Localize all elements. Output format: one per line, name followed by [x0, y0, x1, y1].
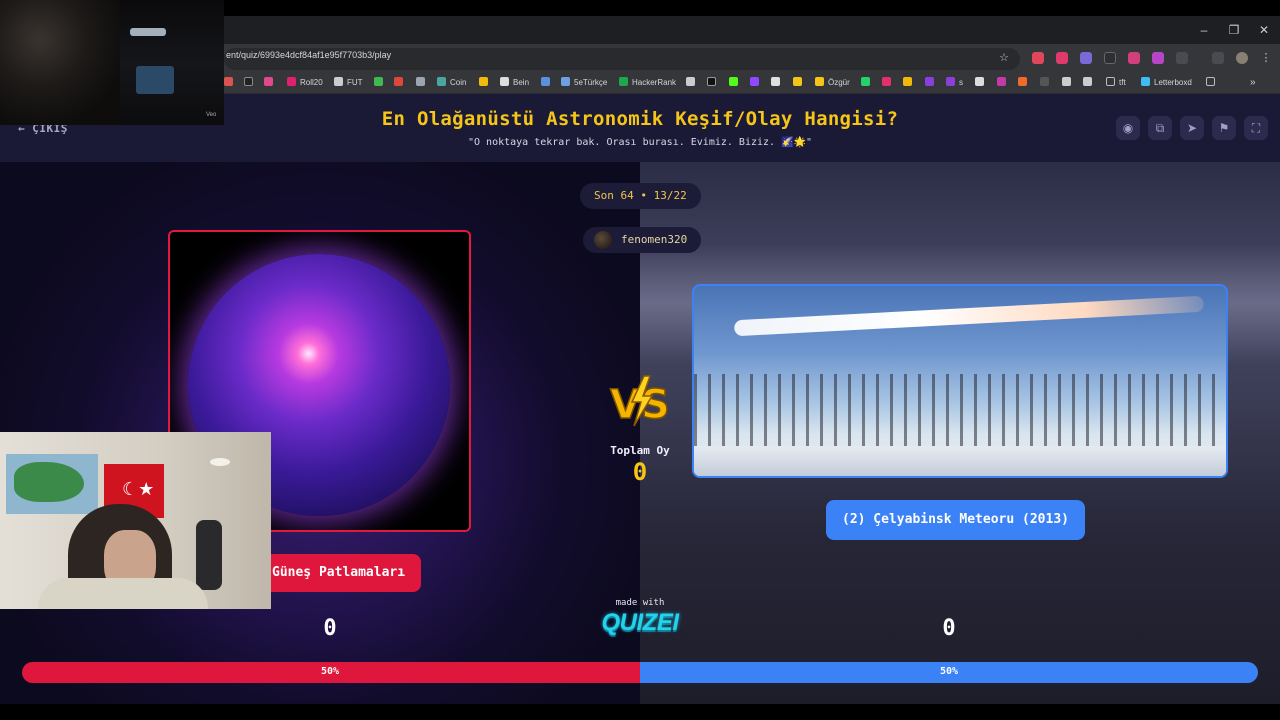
flag-icon[interactable]: ⚑ — [1212, 116, 1236, 140]
ceiling-lamp — [210, 458, 230, 466]
vs-lightning-icon: VS — [609, 375, 671, 428]
bookmark-icon[interactable] — [771, 76, 784, 90]
bookmark-icon[interactable] — [975, 76, 988, 90]
bookmark-icon[interactable] — [394, 76, 407, 90]
quiz-title: En Olağanüstü Astronomik Keşif/Olay Hang… — [381, 108, 899, 130]
bookmark-label: 5eTürkçe — [574, 78, 608, 87]
send-icon[interactable]: ➤ — [1180, 116, 1204, 140]
more-bookmarks-icon[interactable]: » — [1250, 76, 1256, 90]
bookmark-icon[interactable] — [1062, 76, 1075, 90]
round-indicator: Son 64 • 13/22 — [580, 183, 701, 209]
extension-icon[interactable] — [1152, 52, 1164, 64]
driver-silhouette — [0, 0, 120, 125]
screen-bottom-bar — [0, 704, 1280, 720]
left-vote-count: 0 — [323, 616, 337, 641]
extension-icon[interactable] — [1104, 52, 1116, 64]
quiz-subtitle: "O noktaya tekrar bak. Orası burası. Evi… — [468, 137, 812, 148]
bookmark-letterboxd[interactable]: Letterboxd — [1141, 76, 1192, 90]
fullscreen-icon[interactable]: ⛶ — [1244, 116, 1268, 140]
address-url[interactable]: ent/quiz/6993e4dcf84af1e95f7703b3/play — [226, 50, 391, 60]
bookmark-label: s — [959, 78, 963, 87]
bookmark-label: Letterboxd — [1154, 78, 1192, 87]
bookmark-label: Roll20 — [300, 78, 323, 87]
bookmark-icon[interactable] — [479, 76, 492, 90]
bookmark-icon[interactable] — [1018, 76, 1031, 90]
bookmark-label: Özgür — [828, 78, 850, 87]
bookmark-icon[interactable] — [1083, 76, 1096, 90]
webcam-tag: Veo — [206, 112, 217, 118]
extension-icon[interactable] — [1128, 52, 1140, 64]
bookmark-folder-tft[interactable]: tft — [1106, 76, 1126, 90]
total-votes-value: 0 — [632, 458, 648, 486]
bookmark-roll20[interactable]: Roll20 — [287, 76, 323, 90]
bookmark-x-icon[interactable] — [707, 76, 720, 90]
bookmark-instagram-icon[interactable] — [882, 76, 895, 90]
restore-button[interactable]: ❐ — [1224, 20, 1244, 40]
bookmark-ozgur[interactable]: Özgür — [815, 76, 850, 90]
snow-ground — [694, 446, 1226, 476]
bookmark-icon[interactable] — [374, 76, 387, 90]
bookmark-icon[interactable] — [925, 76, 938, 90]
extension-icon[interactable] — [1056, 52, 1068, 64]
winter-treeline — [694, 374, 1226, 450]
bookmark-icon[interactable] — [997, 76, 1010, 90]
bookmark-icon[interactable] — [903, 76, 916, 90]
bookmark-label: HackerRank — [632, 78, 677, 87]
close-window-button[interactable]: ✕ — [1254, 20, 1274, 40]
right-vote-count: 0 — [942, 616, 956, 641]
bookmark-icon[interactable] — [686, 76, 699, 90]
bookmark-5eturkce[interactable]: 5eTürkçe — [561, 76, 607, 90]
bookmark-label: tft — [1119, 78, 1126, 87]
crescent-star-icon: ☾★ — [122, 479, 155, 499]
bookmark-icon[interactable] — [793, 76, 806, 90]
street-lights — [130, 28, 166, 36]
green-flag-emblem — [14, 462, 84, 502]
bookmark-coin[interactable]: Coin — [437, 76, 466, 90]
right-option-card[interactable] — [692, 284, 1228, 478]
bookmark-icon[interactable] — [224, 76, 237, 90]
right-percentage-label: 50% — [939, 666, 959, 677]
bookmark-icon[interactable] — [416, 76, 429, 90]
quiz-page: ← ÇIKIŞ En Olağanüstü Astronomik Keşif/O… — [0, 94, 1280, 704]
left-option-button[interactable]: Güneş Patlamaları — [258, 554, 422, 592]
bookmark-label: Bein — [513, 78, 530, 87]
made-with-label: made with — [615, 598, 665, 608]
bookmark-s[interactable]: s — [946, 76, 963, 90]
media-control-icon[interactable] — [1212, 52, 1224, 64]
minimize-button[interactable]: – — [1194, 20, 1214, 40]
bookmark-kick-icon[interactable] — [729, 76, 742, 90]
bookmark-twitch-icon[interactable] — [750, 76, 763, 90]
total-votes-label: Toplam Oy — [610, 444, 670, 457]
author-avatar — [594, 231, 612, 249]
bookmark-star-icon[interactable]: ☆ — [994, 48, 1014, 68]
extension-icon[interactable] — [1032, 52, 1044, 64]
bookmark-icon[interactable] — [264, 76, 277, 90]
bookmark-icon[interactable] — [541, 76, 554, 90]
extensions-puzzle-icon[interactable] — [1176, 52, 1188, 64]
hanging-coat — [196, 520, 222, 590]
quizei-logo[interactable]: QUIZEI — [594, 609, 686, 637]
bookmark-fut[interactable]: FUT — [334, 76, 363, 90]
profile-avatar-icon[interactable] — [1236, 52, 1248, 64]
bookmark-whatsapp-icon[interactable] — [861, 76, 874, 90]
extension-icon[interactable] — [1080, 52, 1092, 64]
share-icon[interactable]: ⧉ — [1148, 116, 1172, 140]
bookmark-folder-icon[interactable] — [1206, 76, 1219, 90]
streamer-hoodie — [38, 578, 208, 609]
eye-icon[interactable]: ◉ — [1116, 116, 1140, 140]
streamer-webcam-overlay: ☾★ — [0, 432, 271, 609]
bookmark-bein[interactable]: Bein — [500, 76, 529, 90]
bookmark-hackerrank[interactable]: HackerRank — [619, 76, 676, 90]
left-percentage-label: 50% — [320, 666, 340, 677]
bookmark-label: FUT — [347, 78, 363, 87]
bookmark-icon[interactable] — [244, 76, 257, 90]
browser-menu-icon[interactable]: ⋮ — [1256, 48, 1276, 68]
car-dashboard-screen — [136, 66, 174, 94]
meteor-trail-image — [733, 295, 1205, 337]
right-option-button[interactable]: (2) Çelyabinsk Meteoru (2013) — [826, 500, 1085, 540]
bookmark-label: Coin — [450, 78, 467, 87]
bookmark-icon[interactable] — [1040, 76, 1053, 90]
driving-webcam-overlay: Veo — [0, 0, 224, 125]
